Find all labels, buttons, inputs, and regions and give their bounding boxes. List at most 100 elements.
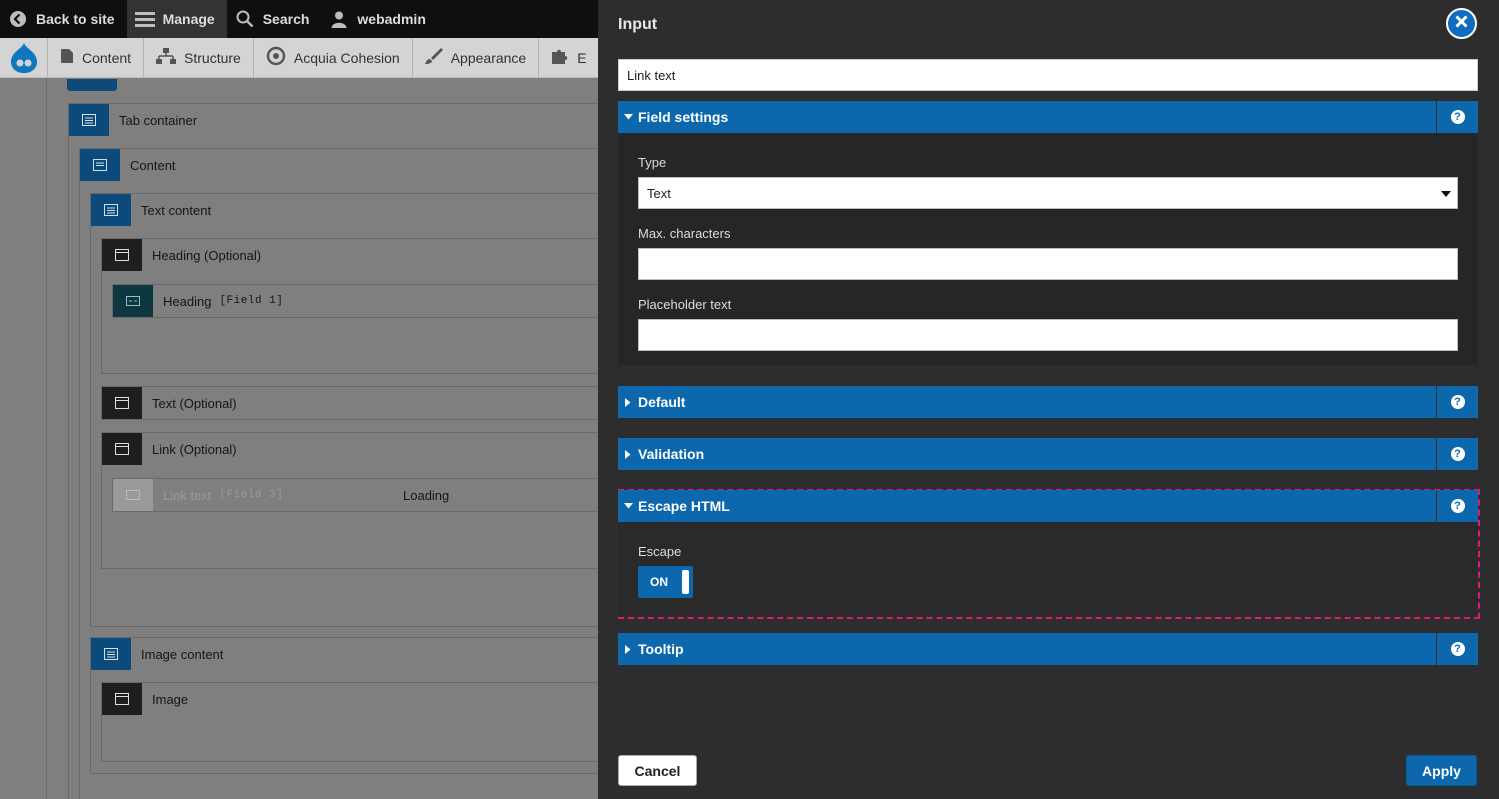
field-icon bbox=[113, 285, 153, 317]
link-optional-label: Link (Optional) bbox=[152, 441, 237, 457]
back-to-site-link[interactable]: Back to site bbox=[0, 0, 127, 38]
hamburger-icon bbox=[134, 9, 155, 29]
help-button[interactable]: ? bbox=[1436, 633, 1478, 665]
toggle-knob bbox=[682, 570, 689, 594]
field-settings-header[interactable]: Field settings ? bbox=[618, 101, 1478, 133]
max-characters-input[interactable] bbox=[638, 248, 1458, 280]
close-icon bbox=[1455, 14, 1468, 33]
heading-field-row[interactable]: Heading [Field 1] bbox=[113, 285, 283, 317]
link-field-row[interactable]: Link text [Field 3] bbox=[113, 479, 283, 511]
manage-tab[interactable]: Manage bbox=[126, 0, 227, 38]
container-icon bbox=[69, 104, 109, 136]
loading-indicator: Loading bbox=[403, 479, 449, 511]
paintbrush-icon bbox=[424, 47, 443, 68]
caret-right-icon bbox=[618, 397, 638, 407]
caret-down-icon bbox=[618, 503, 638, 509]
tray-item-label: Structure bbox=[184, 49, 241, 66]
max-characters-label: Max. characters bbox=[638, 226, 731, 241]
drupal-logo-icon[interactable] bbox=[0, 37, 48, 78]
add-element-button[interactable] bbox=[67, 79, 117, 91]
input-settings-panel: Input Link text Field settings ? Type Te… bbox=[598, 0, 1499, 799]
tab-container-label: Tab container bbox=[119, 112, 198, 128]
search-label: Search bbox=[262, 11, 310, 27]
manage-label: Manage bbox=[162, 11, 215, 27]
search-icon bbox=[235, 9, 255, 29]
container-icon bbox=[91, 638, 131, 670]
loading-text: Loading bbox=[403, 487, 450, 503]
cancel-button[interactable]: Cancel bbox=[618, 755, 697, 786]
text-content-label: Text content bbox=[141, 202, 212, 218]
tray-item-structure[interactable]: Structure bbox=[144, 37, 254, 78]
text-content-row[interactable]: Text content bbox=[91, 194, 211, 226]
image-row[interactable]: Image bbox=[102, 683, 188, 715]
validation-header[interactable]: Validation ? bbox=[618, 438, 1478, 470]
image-content-row[interactable]: Image content bbox=[91, 638, 223, 670]
slot-icon bbox=[102, 433, 142, 465]
default-header[interactable]: Default ? bbox=[618, 386, 1478, 418]
help-button[interactable]: ? bbox=[1436, 438, 1478, 470]
tray-item-acquia-cohesion[interactable]: Acquia Cohesion bbox=[254, 37, 413, 78]
chevron-down-icon bbox=[1441, 191, 1451, 197]
text-optional-row[interactable]: Text (Optional) bbox=[102, 387, 237, 419]
help-icon: ? bbox=[1450, 642, 1465, 656]
panel-title: Input bbox=[618, 16, 658, 33]
tray-item-appearance[interactable]: Appearance bbox=[413, 37, 540, 78]
escape-label: Escape bbox=[638, 544, 682, 559]
element-name-input[interactable]: Link text bbox=[618, 59, 1478, 91]
sitemap-icon bbox=[156, 48, 177, 67]
canvas-divider bbox=[46, 79, 47, 799]
escape-html-header[interactable]: Escape HTML ? bbox=[618, 490, 1478, 522]
heading-field-label: Heading bbox=[163, 293, 212, 309]
user-icon bbox=[329, 9, 349, 29]
help-icon: ? bbox=[1450, 395, 1465, 409]
image-label: Image bbox=[152, 691, 189, 707]
link-optional-row[interactable]: Link (Optional) bbox=[102, 433, 237, 465]
slot-icon bbox=[102, 239, 142, 271]
user-tab[interactable]: webadmin bbox=[321, 0, 437, 38]
tray-item-label: Appearance bbox=[450, 49, 527, 66]
help-button[interactable]: ? bbox=[1436, 386, 1478, 418]
section-title: Validation bbox=[638, 446, 705, 462]
layout-canvas: Tab container Content Text content Headi… bbox=[0, 79, 600, 799]
search-tab[interactable]: Search bbox=[227, 0, 322, 38]
close-button[interactable] bbox=[1446, 8, 1477, 39]
container-icon bbox=[91, 194, 131, 226]
apply-button[interactable]: Apply bbox=[1406, 755, 1477, 786]
admin-tray: Content Structure Acquia Cohesion Appear… bbox=[0, 37, 600, 78]
placeholder-text-input[interactable] bbox=[638, 319, 1458, 351]
tray-item-content[interactable]: Content bbox=[48, 37, 145, 78]
section-title: Default bbox=[638, 394, 686, 410]
type-select-value: Text bbox=[647, 185, 671, 201]
heading-field-tag: [Field 1] bbox=[219, 295, 284, 307]
section-title: Field settings bbox=[638, 109, 729, 125]
escape-toggle[interactable]: ON bbox=[638, 566, 693, 598]
tray-item-extend[interactable]: E bbox=[539, 38, 598, 78]
tab-container-row[interactable]: Tab container bbox=[69, 104, 197, 136]
field-icon bbox=[113, 479, 153, 511]
escape-toggle-text: ON bbox=[650, 575, 668, 589]
text-optional-label: Text (Optional) bbox=[152, 395, 237, 411]
heading-optional-row[interactable]: Heading (Optional) bbox=[102, 239, 261, 271]
section-title: Escape HTML bbox=[638, 498, 730, 514]
help-button[interactable]: ? bbox=[1436, 101, 1478, 133]
type-select[interactable]: Text bbox=[638, 177, 1458, 209]
container-icon bbox=[80, 149, 120, 181]
tooltip-header[interactable]: Tooltip ? bbox=[618, 633, 1478, 665]
tray-item-label: Acquia Cohesion bbox=[293, 49, 400, 66]
placeholder-text-label: Placeholder text bbox=[638, 297, 732, 312]
help-icon: ? bbox=[1450, 110, 1465, 124]
tray-item-label: E bbox=[577, 49, 587, 66]
field-settings-body: Type Text Max. characters Placeholder te… bbox=[618, 133, 1478, 365]
link-field-tag: [Field 3] bbox=[219, 489, 284, 501]
link-field-label: Link text bbox=[163, 487, 212, 503]
admin-toolbar: Back to site Manage Search webadmin bbox=[0, 0, 600, 38]
help-button[interactable]: ? bbox=[1436, 490, 1478, 522]
type-label: Type bbox=[638, 155, 667, 170]
cohesion-icon bbox=[266, 46, 286, 69]
element-name-value: Link text bbox=[627, 67, 676, 83]
image-content-label: Image content bbox=[141, 646, 224, 662]
content-row[interactable]: Content bbox=[80, 149, 176, 181]
slot-icon bbox=[102, 387, 142, 419]
heading-optional-label: Heading (Optional) bbox=[152, 247, 262, 263]
puzzle-icon bbox=[551, 47, 569, 68]
